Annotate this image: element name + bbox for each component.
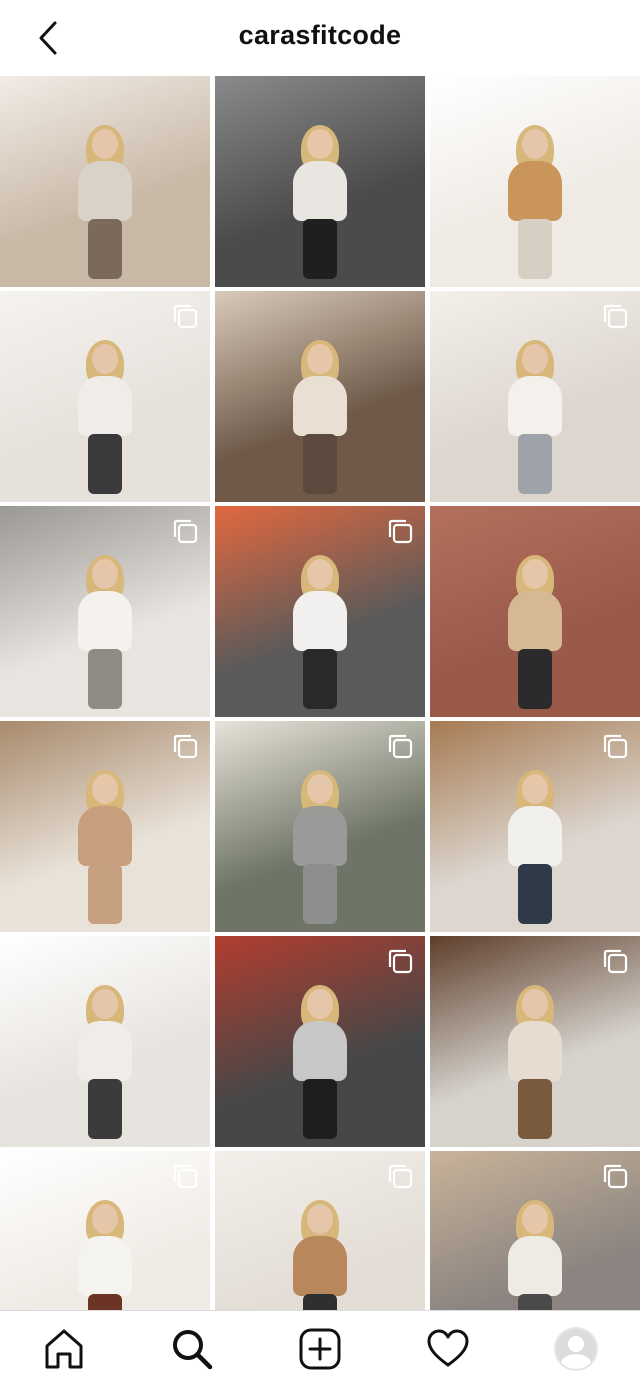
- carousel-icon: [388, 734, 413, 759]
- bottom-tab-bar: [0, 1310, 640, 1387]
- person-figure: [500, 125, 570, 279]
- post-thumbnail[interactable]: [215, 76, 425, 287]
- person-figure: [500, 985, 570, 1139]
- search-icon: [173, 1330, 213, 1370]
- tab-search[interactable]: [162, 1319, 222, 1379]
- carousel-icon: [173, 734, 198, 759]
- post-thumbnail[interactable]: [215, 506, 425, 717]
- carousel-icon: [603, 734, 628, 759]
- carousel-icon: [173, 519, 198, 544]
- carousel-icon: [388, 949, 413, 974]
- post-thumbnail[interactable]: [215, 936, 425, 1147]
- post-thumbnail[interactable]: [430, 1151, 640, 1310]
- post-thumbnail[interactable]: [0, 936, 210, 1147]
- person-figure: [70, 125, 140, 279]
- carousel-icon: [173, 304, 198, 329]
- person-figure: [500, 770, 570, 924]
- person-figure: [285, 125, 355, 279]
- profile-username: carasfitcode: [238, 20, 402, 50]
- person-figure: [285, 340, 355, 494]
- post-thumbnail[interactable]: [215, 291, 425, 502]
- person-figure: [285, 770, 355, 924]
- person-figure: [285, 985, 355, 1139]
- post-grid: [0, 76, 640, 1310]
- person-figure: [70, 555, 140, 709]
- post-thumbnail[interactable]: [430, 291, 640, 502]
- post-thumbnail[interactable]: [430, 506, 640, 717]
- heart-icon: [427, 1329, 469, 1367]
- person-figure: [285, 1200, 355, 1310]
- person-figure: [500, 340, 570, 494]
- post-thumbnail[interactable]: [0, 76, 210, 287]
- post-thumbnail[interactable]: [0, 506, 210, 717]
- post-thumbnail[interactable]: [430, 76, 640, 287]
- tab-new-post[interactable]: [290, 1319, 350, 1379]
- carousel-icon: [173, 1164, 198, 1189]
- top-bar: carasfitcode: [0, 0, 640, 76]
- carousel-icon: [603, 1164, 628, 1189]
- post-thumbnail[interactable]: [0, 721, 210, 932]
- post-thumbnail[interactable]: [0, 291, 210, 502]
- avatar-icon: [554, 1327, 598, 1371]
- carousel-icon: [388, 519, 413, 544]
- carousel-icon: [603, 304, 628, 329]
- home-icon: [45, 1329, 83, 1369]
- tab-home[interactable]: [34, 1319, 94, 1379]
- person-figure: [285, 555, 355, 709]
- post-thumbnail[interactable]: [215, 1151, 425, 1310]
- person-figure: [70, 985, 140, 1139]
- person-figure: [70, 770, 140, 924]
- person-figure: [500, 555, 570, 709]
- person-figure: [500, 1200, 570, 1310]
- person-figure: [70, 1200, 140, 1310]
- person-figure: [70, 340, 140, 494]
- post-thumbnail[interactable]: [430, 936, 640, 1147]
- carousel-icon: [388, 1164, 413, 1189]
- carousel-icon: [603, 949, 628, 974]
- post-thumbnail[interactable]: [215, 721, 425, 932]
- plus-square-icon: [299, 1328, 341, 1370]
- post-thumbnail[interactable]: [0, 1151, 210, 1310]
- tab-activity[interactable]: [418, 1319, 478, 1379]
- tab-profile[interactable]: [546, 1319, 606, 1379]
- post-thumbnail[interactable]: [430, 721, 640, 932]
